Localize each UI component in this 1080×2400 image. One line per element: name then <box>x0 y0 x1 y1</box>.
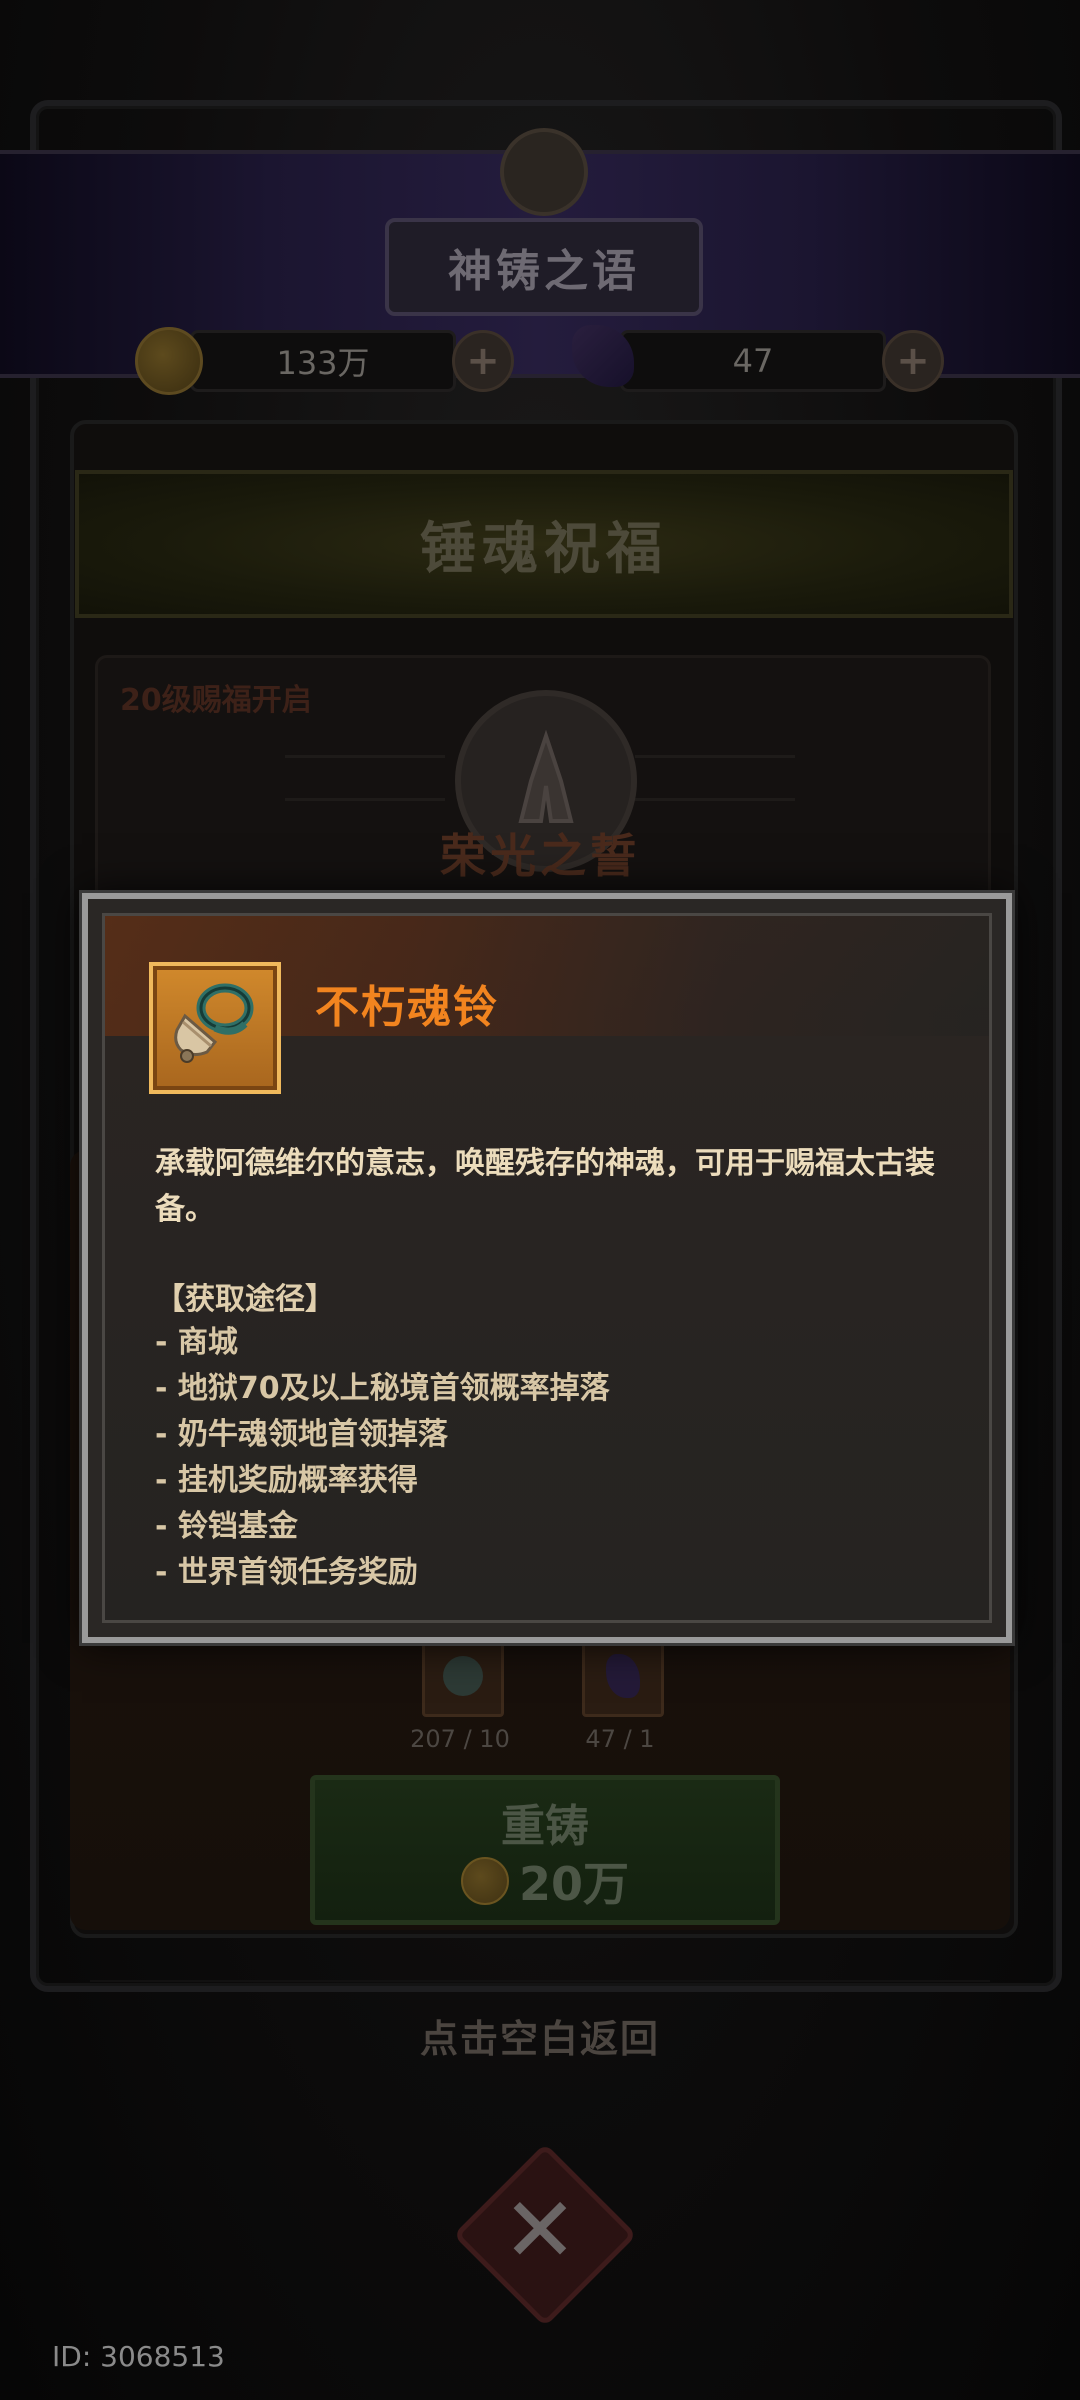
item-name: 不朽魂铃 <box>315 982 499 1033</box>
recast-cost: 20万 <box>315 1848 775 1914</box>
crystal-amount: 47 <box>620 330 886 392</box>
blessing-banner: 锤魂祝福 <box>75 470 1013 618</box>
source-item: - 挂机奖励概率获得 <box>155 1463 418 1498</box>
soul-bell-icon <box>443 1656 483 1696</box>
recast-button-label: 重铸 <box>501 1801 589 1852</box>
gold-coin-icon <box>460 1857 509 1905</box>
source-item: - 世界首领任务奖励 <box>155 1555 418 1590</box>
soul-bell-icon <box>174 983 254 1063</box>
window-title: 神铸之语 <box>385 218 703 316</box>
material-slot-crystal[interactable] <box>582 1635 664 1717</box>
source-title: 【获取途径】 <box>155 1282 335 1317</box>
tap-blank-to-return-hint[interactable]: 点击空白返回 <box>0 2008 1080 2063</box>
source-item: - 地狱70及以上秘境首领概率掉落 <box>155 1371 610 1406</box>
emblem-name: 荣光之誓 <box>440 829 640 883</box>
recast-button[interactable]: 重铸 20万 <box>310 1775 780 1925</box>
decor-left <box>285 755 445 801</box>
gold-coin-icon <box>135 327 203 395</box>
crystal-icon <box>606 1654 640 1698</box>
user-id: ID: 3068513 <box>52 2340 225 2373</box>
gold-amount: 133万 <box>190 330 456 392</box>
decor-right <box>635 755 795 801</box>
game-screen[interactable]: 神铸之语 133万 + 47 + 神赐 锤魂祝福 20级赐福开启 荣光之誓 20… <box>0 0 1080 2400</box>
unlock-requirement: 20级赐福开启 <box>120 683 312 718</box>
item-tooltip[interactable]: 不朽魂铃 承载阿德维尔的意志，唤醒残存的神魂，可用于赐福太古装备。 【获取途径】… <box>82 893 1012 1643</box>
material-count-crystal: 47 / 1 <box>585 1725 655 1753</box>
add-gold-button[interactable]: + <box>452 330 514 392</box>
source-item: - 奶牛魂领地首领掉落 <box>155 1417 448 1452</box>
source-item: - 铃铛基金 <box>155 1509 298 1544</box>
add-crystal-button[interactable]: + <box>882 330 944 392</box>
tooltip-body: 不朽魂铃 承载阿德维尔的意志，唤醒残存的神魂，可用于赐福太古装备。 【获取途径】… <box>102 913 992 1623</box>
close-icon[interactable]: ✕ <box>480 2170 600 2290</box>
item-icon-frame <box>149 962 281 1094</box>
item-description: 承载阿德维尔的意志，唤醒残存的神魂，可用于赐福太古装备。 <box>155 1146 935 1227</box>
material-count-soul-bell: 207 / 10 <box>410 1725 510 1753</box>
material-slot-soul-bell[interactable] <box>422 1635 504 1717</box>
source-item: - 商城 <box>155 1325 238 1360</box>
recast-cost-value: 20万 <box>518 1857 629 1911</box>
source-list: - 商城 - 地狱70及以上秘境首领概率掉落 - 奶牛魂领地首领掉落 - 挂机奖… <box>155 1320 610 1596</box>
praying-hands-crest-icon <box>500 128 588 216</box>
